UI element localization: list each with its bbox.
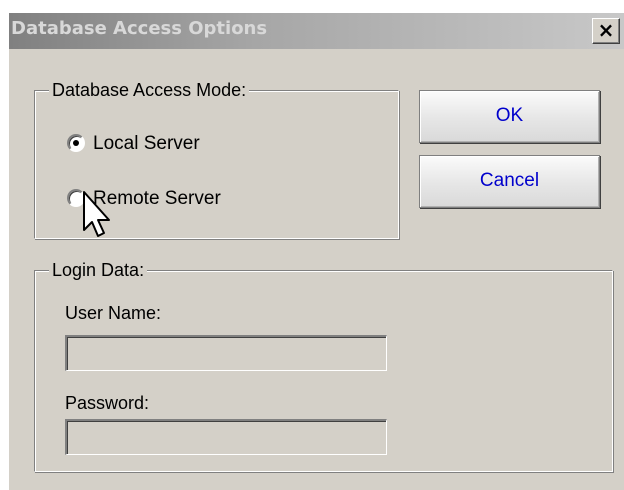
window-title: Database Access Options [11, 18, 268, 39]
user-name-field[interactable] [65, 335, 387, 371]
close-button[interactable]: × [592, 18, 620, 44]
access-mode-group-label: Database Access Mode: [49, 80, 250, 100]
password-label: Password: [65, 393, 150, 413]
ok-button[interactable]: OK [419, 90, 600, 143]
database-access-options-dialog: Database Access Options × Database Acces… [8, 12, 624, 490]
user-name-label: User Name: [65, 303, 162, 323]
password-field[interactable] [65, 419, 387, 455]
local-server-label: Local Server [93, 133, 200, 154]
title-bar[interactable]: Database Access Options × [9, 13, 624, 49]
login-data-group-label: Login Data: [49, 260, 148, 280]
local-server-radio-button[interactable] [67, 134, 85, 152]
close-icon: × [597, 18, 615, 42]
cancel-button[interactable]: Cancel [419, 155, 600, 208]
radio-selected-dot [73, 140, 79, 146]
mouse-cursor-icon [83, 191, 110, 237]
radio-local-server[interactable]: Local Server [67, 132, 267, 156]
